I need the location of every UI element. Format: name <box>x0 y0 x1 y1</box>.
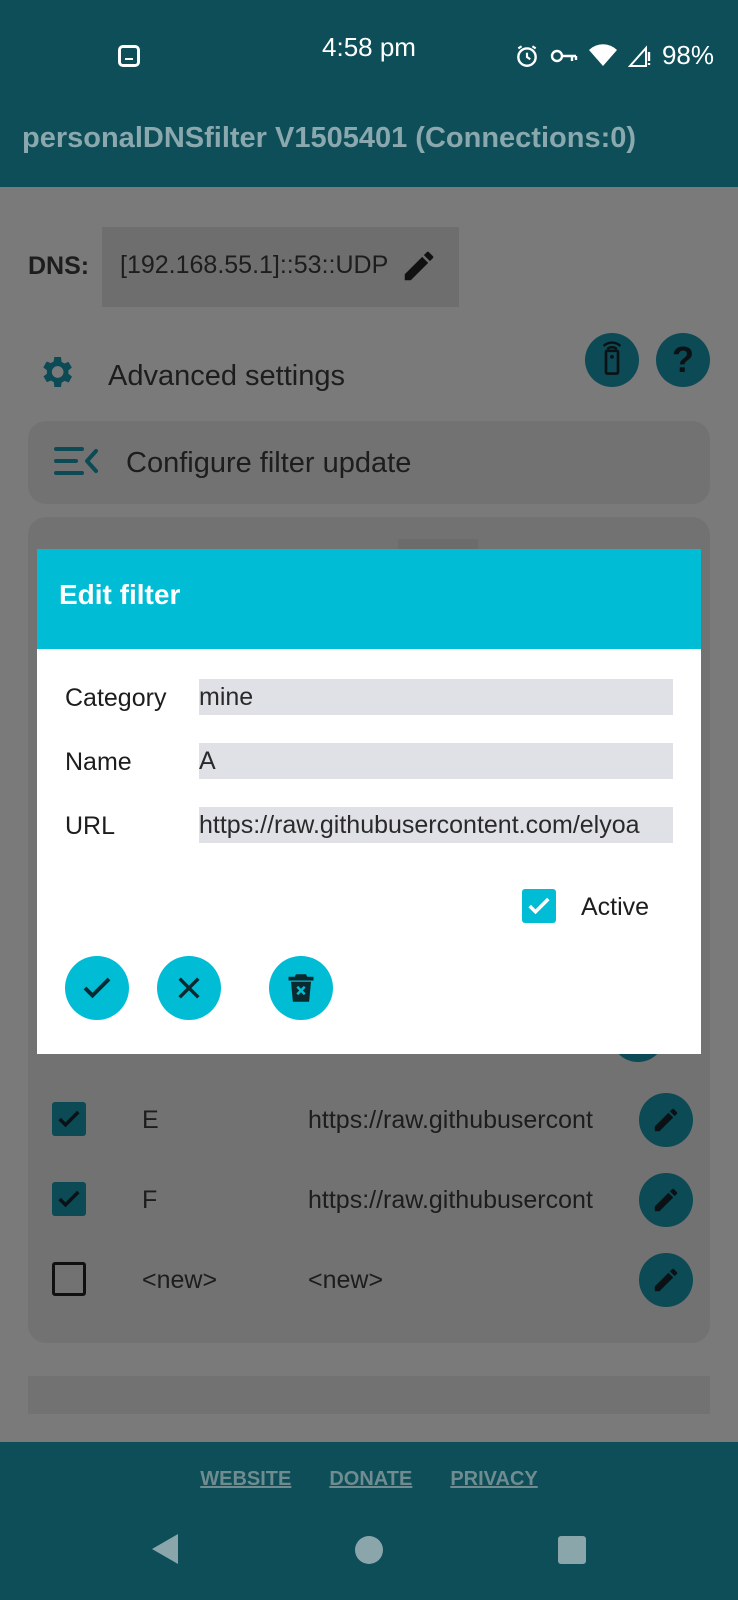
back-icon[interactable] <box>150 1532 180 1571</box>
log-area[interactable] <box>28 1376 710 1414</box>
edit-filter-dialog: Edit filter Category mine Name A URL htt… <box>37 549 701 1054</box>
website-link[interactable]: WEBSITE <box>200 1468 291 1491</box>
category-input[interactable]: mine <box>199 679 673 715</box>
category-label: Category <box>65 684 167 712</box>
row-checkbox[interactable] <box>52 1182 86 1216</box>
list-item[interactable]: F https://raw.githubusercont <box>28 1170 710 1230</box>
edit-filter-button[interactable] <box>639 1173 693 1227</box>
close-icon <box>178 977 200 999</box>
donate-link[interactable]: DONATE <box>329 1468 412 1491</box>
delete-button[interactable] <box>269 956 333 1020</box>
confirm-button[interactable] <box>65 956 129 1020</box>
app-title: personalDNSfilter V1505401 (Connections:… <box>22 122 637 154</box>
battery-text: 98% <box>661 40 714 70</box>
footer-links: WEBSITE DONATE PRIVACY <box>0 1468 738 1491</box>
checkmark-icon <box>83 977 111 999</box>
dns-label: DNS: <box>28 252 90 280</box>
app-title-bar: personalDNSfilter V1505401 (Connections:… <box>0 100 738 187</box>
filter-url: <new> <box>308 1266 384 1294</box>
wifi-icon <box>588 43 618 68</box>
privacy-link[interactable]: PRIVACY <box>450 1468 537 1491</box>
pencil-icon <box>654 1188 678 1212</box>
row-checkbox[interactable] <box>52 1262 86 1296</box>
name-input[interactable]: A <box>199 743 673 779</box>
edit-filter-button[interactable] <box>639 1093 693 1147</box>
filter-name: E <box>142 1106 159 1134</box>
filter-name: F <box>142 1186 158 1214</box>
gear-icon <box>36 352 76 397</box>
pencil-icon <box>654 1268 678 1292</box>
configure-filter-update-label: Configure filter update <box>126 447 412 479</box>
url-input[interactable]: https://raw.githubusercontent.com/elyoa <box>199 807 673 843</box>
dns-field[interactable]: [192.168.55.1]::53::UDP <box>102 227 459 307</box>
list-item[interactable]: <new> <new> <box>28 1250 710 1310</box>
remote-control-button[interactable] <box>585 333 639 387</box>
dns-value: [192.168.55.1]::53::UDP <box>120 251 389 279</box>
pencil-icon <box>654 1108 678 1132</box>
active-label: Active <box>581 893 650 921</box>
help-button[interactable]: ? <box>656 333 710 387</box>
vpn-key-icon <box>550 45 578 67</box>
dialog-header: Edit filter <box>37 549 701 649</box>
remote-icon <box>599 340 625 381</box>
checkmark-icon <box>528 897 550 915</box>
name-label: Name <box>65 748 132 776</box>
footer: WEBSITE DONATE PRIVACY <box>0 1442 738 1600</box>
cancel-button[interactable] <box>157 956 221 1020</box>
filter-name: <new> <box>142 1266 218 1294</box>
status-bar: 4:58 pm 98% <box>0 0 738 100</box>
advanced-settings-row[interactable] <box>36 352 76 397</box>
row-checkbox[interactable] <box>52 1102 86 1136</box>
configure-filter-update-card[interactable]: Configure filter update <box>28 421 710 504</box>
edit-filter-button[interactable] <box>639 1253 693 1307</box>
question-mark-icon: ? <box>672 339 694 380</box>
list-item[interactable]: E https://raw.githubusercont <box>28 1090 710 1150</box>
advanced-settings-label[interactable]: Advanced settings <box>108 360 345 393</box>
home-icon[interactable] <box>355 1536 383 1564</box>
filter-url: https://raw.githubusercont <box>308 1106 593 1134</box>
dialog-title: Edit filter <box>59 579 181 610</box>
status-icons: 98% <box>514 40 714 71</box>
signal-icon <box>627 44 652 68</box>
menu-collapse-icon <box>54 443 100 484</box>
pencil-icon[interactable] <box>400 247 438 290</box>
list-header-fragment <box>398 539 478 549</box>
alarm-icon <box>514 43 540 69</box>
filter-url: https://raw.githubusercont <box>308 1186 593 1214</box>
url-label: URL <box>65 812 116 840</box>
active-checkbox[interactable] <box>522 889 556 923</box>
trash-icon <box>288 974 314 1002</box>
recent-apps-icon[interactable] <box>558 1536 586 1564</box>
